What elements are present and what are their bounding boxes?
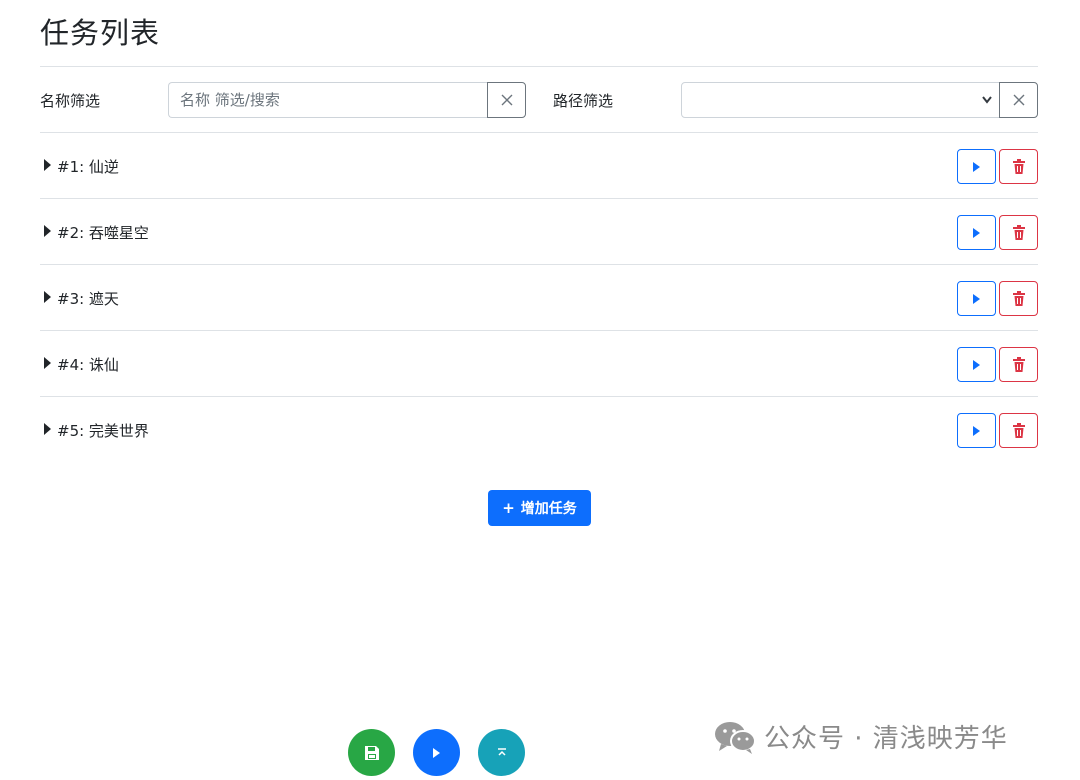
path-filter-label: 路径筛选 (553, 92, 614, 110)
task-title[interactable]: #4: 诛仙 (57, 354, 119, 375)
path-filter-select[interactable] (681, 82, 1000, 118)
run-task-button[interactable] (957, 215, 996, 250)
name-filter-clear-button[interactable] (487, 82, 526, 118)
trash-icon (1012, 159, 1025, 174)
scroll-top-button[interactable] (478, 729, 525, 776)
task-title[interactable]: #1: 仙逆 (57, 156, 119, 177)
run-task-button[interactable] (957, 281, 996, 316)
caret-right-icon[interactable] (43, 225, 52, 237)
plus-icon: + (502, 499, 515, 517)
delete-task-button[interactable] (999, 281, 1038, 316)
caret-right-icon[interactable] (43, 357, 52, 369)
chevron-down-icon (982, 96, 992, 104)
delete-task-button[interactable] (999, 413, 1038, 448)
task-row[interactable]: #2: 吞噬星空 (40, 198, 1038, 264)
trash-icon (1012, 225, 1025, 240)
run-task-button[interactable] (957, 413, 996, 448)
filter-bar: 名称筛选 路径筛选 (40, 82, 1038, 118)
name-filter-input[interactable] (168, 82, 488, 118)
task-row[interactable]: #5: 完美世界 (40, 396, 1038, 462)
trash-icon (1012, 423, 1025, 438)
close-icon (501, 94, 512, 106)
save-icon (364, 745, 379, 760)
arrow-up-to-top-icon (497, 747, 506, 756)
play-icon (973, 359, 980, 370)
add-task-label: 增加任务 (520, 501, 577, 517)
task-title[interactable]: #2: 吞噬星空 (57, 222, 149, 243)
close-icon (1013, 94, 1024, 106)
task-row[interactable]: #1: 仙逆 (40, 132, 1038, 198)
save-button[interactable] (348, 729, 395, 776)
play-icon (973, 161, 980, 172)
task-title[interactable]: #3: 遮天 (57, 288, 119, 309)
page-title: 任务列表 (40, 16, 161, 50)
add-task-button[interactable]: + 增加任务 (488, 490, 591, 526)
caret-right-icon[interactable] (43, 423, 52, 435)
task-row[interactable]: #3: 遮天 (40, 264, 1038, 330)
path-filter-clear-button[interactable] (999, 82, 1038, 118)
watermark: 公众号 · 清浅映芳华 (714, 718, 1008, 755)
wechat-icon (715, 721, 756, 754)
delete-task-button[interactable] (999, 347, 1038, 382)
trash-icon (1012, 357, 1025, 372)
task-row[interactable]: #4: 诛仙 (40, 330, 1038, 396)
caret-right-icon[interactable] (43, 159, 52, 171)
task-title[interactable]: #5: 完美世界 (57, 420, 149, 441)
run-all-button[interactable] (413, 729, 460, 776)
run-task-button[interactable] (957, 149, 996, 184)
caret-right-icon[interactable] (43, 291, 52, 303)
play-icon (973, 425, 980, 436)
delete-task-button[interactable] (999, 215, 1038, 250)
name-filter-label: 名称筛选 (40, 92, 101, 110)
watermark-text: 公众号 · 清浅映芳华 (764, 724, 1008, 754)
run-task-button[interactable] (957, 347, 996, 382)
task-list: #1: 仙逆 #2: 吞噬星空 #3: 遮天 #4: 诛仙 #5: 完美世界 (40, 132, 1038, 462)
trash-icon (1012, 291, 1025, 306)
play-icon (433, 747, 440, 758)
play-icon (973, 227, 980, 238)
play-icon (973, 293, 980, 304)
divider (40, 66, 1038, 67)
delete-task-button[interactable] (999, 149, 1038, 184)
